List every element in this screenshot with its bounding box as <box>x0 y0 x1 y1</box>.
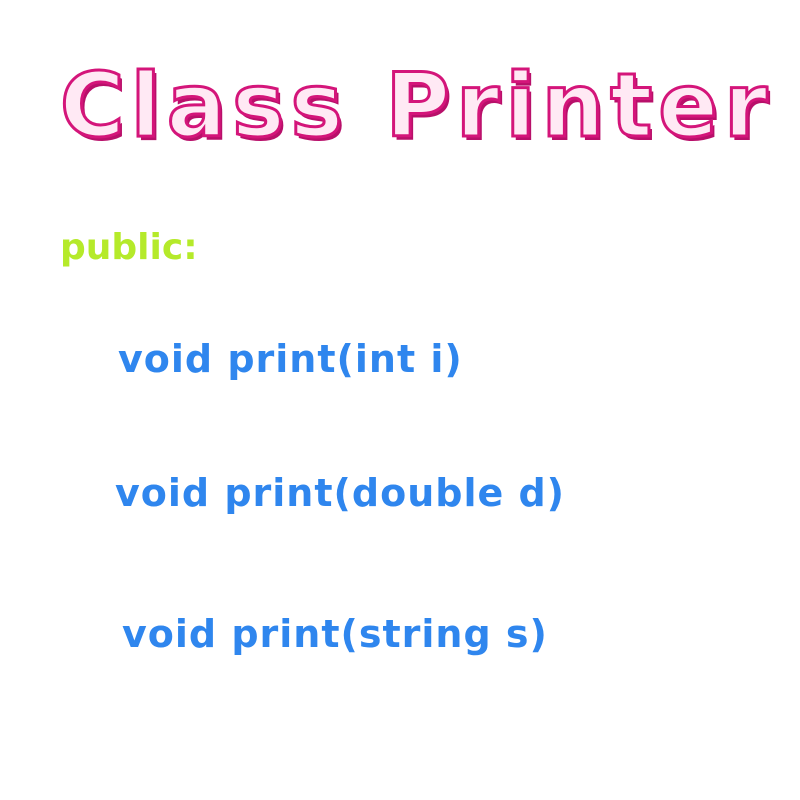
canvas: Class Printer public: void print(int i) … <box>0 0 800 800</box>
access-specifier: public: <box>60 227 198 268</box>
class-title: Class Printer <box>59 54 774 157</box>
method-print-string: void print(string s) <box>122 612 548 656</box>
method-print-double: void print(double d) <box>115 471 566 515</box>
method-print-int: void print(int i) <box>118 337 463 381</box>
